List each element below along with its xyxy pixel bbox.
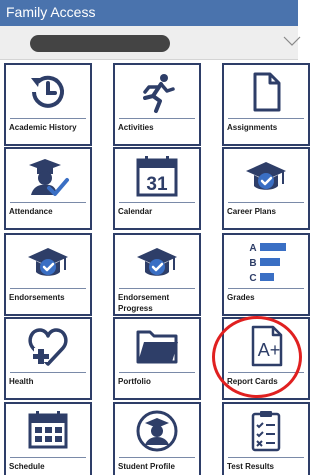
chevron-down-icon[interactable] xyxy=(283,34,301,48)
grade-letter-c: C xyxy=(249,273,256,284)
tile-label: Attendance xyxy=(9,207,53,216)
tile-student-profile[interactable]: Student Profile xyxy=(113,402,201,475)
divider xyxy=(119,372,195,373)
divider xyxy=(119,202,195,203)
divider xyxy=(228,202,304,203)
test-checklist-icon xyxy=(251,411,281,452)
grade-letter-a: A xyxy=(249,243,256,254)
tile-label: Schedule xyxy=(9,462,45,471)
divider xyxy=(10,457,86,458)
tile-label: Career Plans xyxy=(227,207,276,216)
tile-label: Test Results xyxy=(227,462,274,471)
divider xyxy=(10,202,86,203)
folder-icon xyxy=(136,330,178,364)
tile-career-plans[interactable]: Career Plans xyxy=(222,147,310,230)
cap-check-icon xyxy=(137,248,177,276)
running-person-icon xyxy=(143,74,175,113)
history-clock-icon xyxy=(31,75,64,108)
cap-check-icon xyxy=(28,248,68,276)
tile-label: Endorsement Progress xyxy=(118,293,170,313)
tile-label: Student Profile xyxy=(118,462,175,471)
divider xyxy=(119,288,195,289)
heart-plus-icon xyxy=(28,328,68,366)
grade-bars-icon: A B C xyxy=(249,243,286,284)
tile-label: Health xyxy=(9,377,34,386)
calendar-day: 31 xyxy=(146,174,168,195)
app-header: Family Access xyxy=(0,0,298,26)
tile-calendar[interactable]: 31 Calendar xyxy=(113,147,201,230)
tile-grades[interactable]: A B C Grades xyxy=(222,233,310,316)
divider xyxy=(10,118,86,119)
tile-label: Academic History xyxy=(9,123,77,132)
tile-academic-history[interactable]: Academic History xyxy=(4,63,92,146)
divider xyxy=(119,118,195,119)
cap-check-icon xyxy=(246,162,286,190)
tile-label: Grades xyxy=(227,293,255,302)
tile-label: Calendar xyxy=(118,207,153,216)
divider xyxy=(119,457,195,458)
schedule-icon xyxy=(28,411,68,449)
divider xyxy=(228,457,304,458)
tile-endorsements[interactable]: Endorsements xyxy=(4,233,92,316)
tile-attendance[interactable]: Attendance xyxy=(4,147,92,230)
tile-activities[interactable]: Activities xyxy=(113,63,201,146)
tile-endorsement-progress[interactable]: Endorsement Progress xyxy=(113,233,201,316)
student-profile-icon xyxy=(136,410,178,452)
tile-label: Portfolio xyxy=(118,377,151,386)
tile-label: Activities xyxy=(118,123,154,132)
tile-health[interactable]: Health xyxy=(4,317,92,400)
tile-label: Assignments xyxy=(227,123,278,132)
red-highlight-circle xyxy=(212,316,302,398)
divider xyxy=(228,118,304,119)
redacted-student-name xyxy=(30,35,170,52)
tile-portfolio[interactable]: Portfolio xyxy=(113,317,201,400)
tile-assignments[interactable]: Assignments xyxy=(222,63,310,146)
document-icon xyxy=(253,72,281,112)
student-selector[interactable] xyxy=(0,26,301,60)
divider xyxy=(228,288,304,289)
tile-schedule[interactable]: Schedule xyxy=(4,402,92,475)
grade-letter-b: B xyxy=(249,258,256,269)
tile-test-results[interactable]: Test Results xyxy=(222,402,310,475)
calendar-icon: 31 xyxy=(136,156,178,197)
divider xyxy=(10,288,86,289)
divider xyxy=(10,372,86,373)
graduate-check-icon xyxy=(29,159,69,196)
app-title: Family Access xyxy=(6,4,96,20)
tile-label: Endorsements xyxy=(9,293,65,302)
